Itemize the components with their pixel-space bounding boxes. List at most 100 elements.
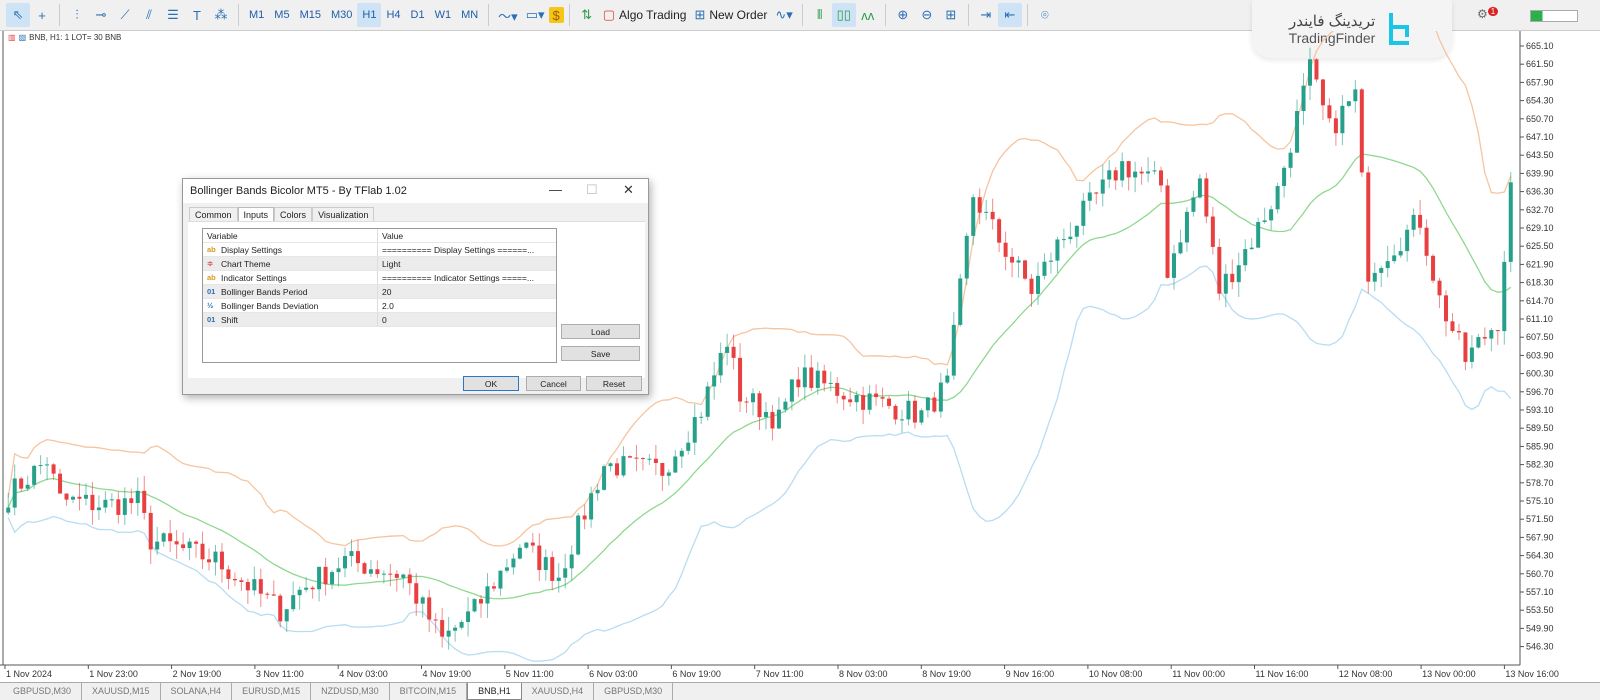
chart-tab[interactable]: GBPUSD,M30 xyxy=(3,683,83,700)
notifications-button[interactable]: ⚙ 1 xyxy=(1477,7,1499,21)
maximize-button[interactable]: ☐ xyxy=(586,182,598,198)
candle xyxy=(1262,207,1267,224)
dialog-title: Bollinger Bands Bicolor MT5 - By TFlab 1… xyxy=(190,185,407,197)
candle xyxy=(1094,191,1099,205)
timeframe-H4[interactable]: H4 xyxy=(381,3,405,27)
candle xyxy=(1437,277,1442,309)
timeframe-D1[interactable]: D1 xyxy=(406,3,430,27)
candle xyxy=(297,586,302,610)
candle xyxy=(1146,157,1151,183)
chart-tab[interactable]: SOLANA,H4 xyxy=(161,683,233,700)
timeframe-W1[interactable]: W1 xyxy=(430,3,457,27)
candle xyxy=(219,543,224,583)
one-click-trading-icon[interactable]: ⇅ xyxy=(575,3,599,27)
cursor-tool-button[interactable]: ⇖ xyxy=(6,3,30,27)
cancel-button[interactable]: Cancel xyxy=(526,376,581,391)
table-row[interactable]: ≑ Chart Theme Light xyxy=(203,257,556,271)
candle xyxy=(1107,159,1112,189)
y-tick-label: 553.50 xyxy=(1526,605,1554,615)
candle xyxy=(1236,252,1241,298)
table-row[interactable]: ab Display Settings ========== Display Set… xyxy=(203,243,556,257)
new-order-button[interactable]: ⊞ New Order xyxy=(690,3,771,27)
candle xyxy=(317,566,322,602)
variable-value[interactable]: Light xyxy=(378,259,400,269)
candle xyxy=(336,557,341,587)
indicators-icon[interactable]: ∿▾ xyxy=(771,3,796,27)
candle xyxy=(770,404,775,441)
autoscroll-icon[interactable]: ⇥ xyxy=(974,3,998,27)
minimize-button[interactable]: — xyxy=(549,182,562,197)
chart-shift-icon[interactable]: ⇤ xyxy=(997,3,1022,27)
horizontal-line-tool-button[interactable]: ⊸ xyxy=(89,3,113,27)
fibonacci-tool-button[interactable]: ☰ xyxy=(161,3,185,27)
screenshot-icon[interactable]: ⌾ xyxy=(1033,3,1057,27)
chart-tab[interactable]: EURUSD,M15 xyxy=(232,683,312,700)
tab-inputs[interactable]: Inputs xyxy=(237,207,275,221)
chart-tab[interactable]: XAUUSD,M15 xyxy=(82,683,161,700)
table-row[interactable]: 01 Bollinger Bands Period 20 xyxy=(203,285,556,299)
y-tick-label: 657.90 xyxy=(1526,77,1554,87)
timeframe-M15[interactable]: M15 xyxy=(295,3,326,27)
variable-value[interactable]: 0 xyxy=(378,315,387,325)
timeframe-H1[interactable]: H1 xyxy=(357,3,382,27)
bar-chart-icon[interactable]: ⫴ xyxy=(808,3,832,27)
timeframe-M5[interactable]: M5 xyxy=(269,3,294,27)
candle xyxy=(802,354,807,401)
timeframe-MN[interactable]: MN xyxy=(456,3,483,27)
crosshair-icon: + xyxy=(38,7,46,23)
trendline-tool-button[interactable]: ⟋ xyxy=(113,3,137,27)
y-tick-label: 607.50 xyxy=(1526,332,1554,342)
y-tick-label: 618.30 xyxy=(1526,278,1554,288)
text-tool-button[interactable]: T xyxy=(185,3,209,27)
tab-visualization[interactable]: Visualization xyxy=(312,207,375,221)
vertical-line-tool-button[interactable]: ⫶ xyxy=(65,3,89,27)
chart-tab[interactable]: BNB,H1 xyxy=(467,683,522,700)
candle xyxy=(1081,192,1086,236)
timeframe-M30[interactable]: M30 xyxy=(326,3,357,27)
variable-value[interactable]: ========== Display Settings ======... xyxy=(378,245,534,255)
table-row[interactable]: ab Indicator Settings ========== Indicator… xyxy=(203,271,556,285)
candlestick-icon[interactable]: ▯▯ xyxy=(831,3,856,27)
chart-tab[interactable]: XAUUSD,H4 xyxy=(522,683,595,700)
table-row[interactable]: 01 Shift 0 xyxy=(203,313,556,327)
load-button[interactable]: Load xyxy=(561,324,640,339)
candle xyxy=(1372,262,1377,292)
zoom-in-icon[interactable]: ⊕ xyxy=(891,3,915,27)
chart-tab[interactable]: BITCOIN,M15 xyxy=(390,683,468,700)
ok-button[interactable]: OK xyxy=(463,376,519,391)
dollar-icon[interactable]: $ xyxy=(548,7,564,23)
channel-tool-button[interactable]: ⫽ xyxy=(137,3,161,27)
template-icon[interactable]: ▭▾ xyxy=(522,3,549,27)
reset-button[interactable]: Reset xyxy=(586,376,642,391)
timeframe-M1[interactable]: M1 xyxy=(244,3,269,27)
candle xyxy=(1165,178,1170,279)
double-icon: ½ xyxy=(207,301,214,310)
header-value: Value xyxy=(382,230,404,241)
chart-type-icon[interactable]: 〜▾ xyxy=(494,3,522,27)
crosshair-tool-button[interactable]: + xyxy=(30,3,54,27)
candle xyxy=(679,448,684,468)
line-chart-icon[interactable]: ʌʌ xyxy=(856,3,880,27)
candle xyxy=(1061,228,1066,249)
chart-tab[interactable]: GBPUSD,M30 xyxy=(594,683,674,700)
candle xyxy=(161,532,166,547)
close-button[interactable]: ✕ xyxy=(623,182,634,198)
variable-value[interactable]: ========== Indicator Settings =====... xyxy=(378,273,534,283)
grid-icon[interactable]: ⊞ xyxy=(939,3,963,27)
tab-common[interactable]: Common xyxy=(189,207,238,221)
separator xyxy=(884,4,886,26)
shapes-tool-button[interactable]: ⁂ xyxy=(209,3,233,27)
variable-value[interactable]: 2.0 xyxy=(378,301,394,311)
variable-value[interactable]: 20 xyxy=(378,287,391,297)
tab-colors[interactable]: Colors xyxy=(274,207,313,221)
save-button[interactable]: Save xyxy=(561,346,640,361)
candle xyxy=(517,544,522,560)
table-row[interactable]: ½ Bollinger Bands Deviation 2.0 xyxy=(203,299,556,313)
variable-name: Bollinger Bands Deviation xyxy=(221,300,319,311)
zoom-out-icon[interactable]: ⊖ xyxy=(915,3,939,27)
candle xyxy=(103,491,108,513)
chart-tab[interactable]: NZDUSD,M30 xyxy=(311,683,390,700)
algo-trading-button[interactable]: ▢ Algo Trading xyxy=(599,3,691,27)
candle xyxy=(718,342,723,383)
y-tick-label: 665.10 xyxy=(1526,41,1554,51)
